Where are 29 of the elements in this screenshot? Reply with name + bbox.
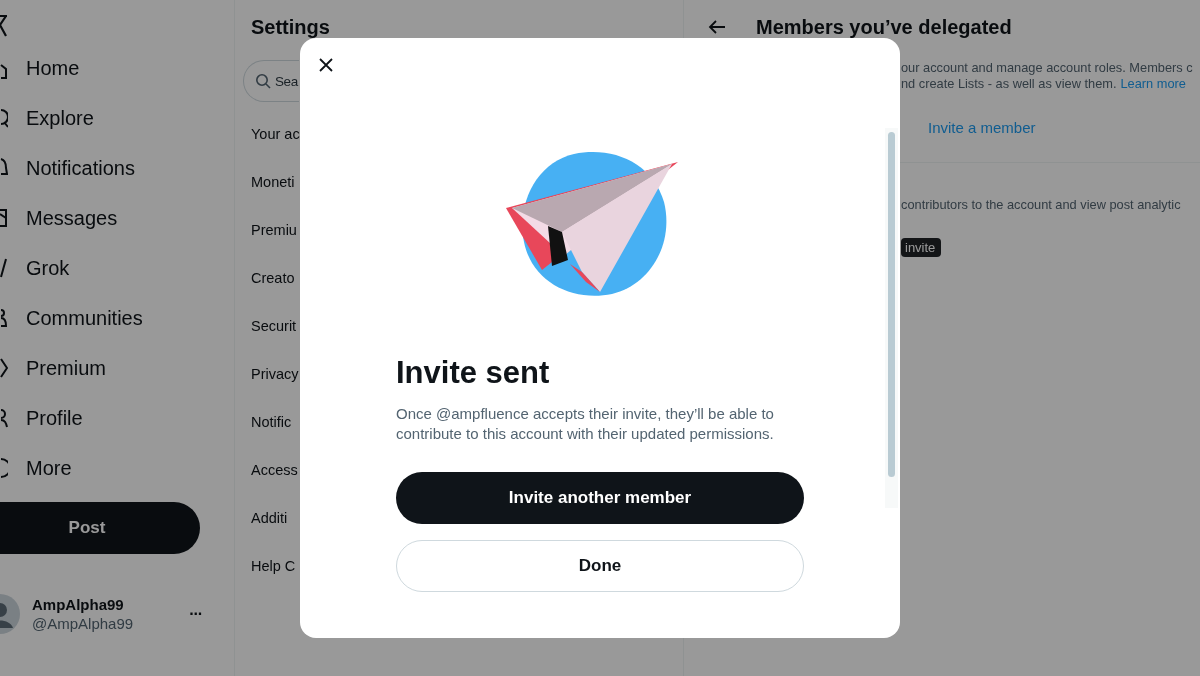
nav-link[interactable]: Grok: [26, 256, 70, 280]
nav-link[interactable]: Explore: [26, 106, 94, 130]
nav-link[interactable]: Messages: [26, 206, 118, 230]
invite-another-button[interactable]: Invite another member: [396, 472, 804, 524]
done-button[interactable]: Done: [396, 540, 804, 592]
more-button[interactable]: ···: [189, 605, 203, 623]
account-handle: @AmpAlpha99: [32, 615, 134, 632]
search-icon: [255, 73, 271, 89]
settings-title: Settings: [251, 15, 331, 40]
page-title: Members you’ve delegated: [756, 15, 1012, 39]
dialog-message: Once @ampfluence accepts their invite, they’ll be able to contribute to this account with their updated permissions.: [396, 404, 775, 444]
invite-tag: invite: [901, 238, 942, 257]
nav-link[interactable]: Home: [26, 56, 80, 80]
back-arrow-icon[interactable]: [708, 19, 726, 35]
post-button[interactable]: Post: [0, 502, 200, 554]
nav-link[interactable]: More: [26, 456, 72, 480]
dialog-title: Invite sent: [396, 354, 551, 392]
description-text: our account and manage account roles. Members c: [901, 60, 1194, 76]
nav-link[interactable]: Profile: [26, 406, 83, 430]
nav-link[interactable]: Premium: [26, 356, 106, 380]
account-name: AmpAlpha99: [32, 596, 125, 613]
close-icon[interactable]: [319, 58, 333, 72]
section-description: contributors to the account and view post analytic: [901, 197, 1181, 212]
avatar-icon[interactable]: [0, 594, 20, 634]
scrollbar[interactable]: [885, 128, 898, 508]
nav-link[interactable]: Notifications: [26, 156, 135, 180]
description-text: nd create Lists - as well as view them.: [901, 76, 1117, 92]
search-field[interactable]: Sea: [243, 60, 299, 102]
nav-link[interactable]: Communities: [26, 306, 143, 330]
